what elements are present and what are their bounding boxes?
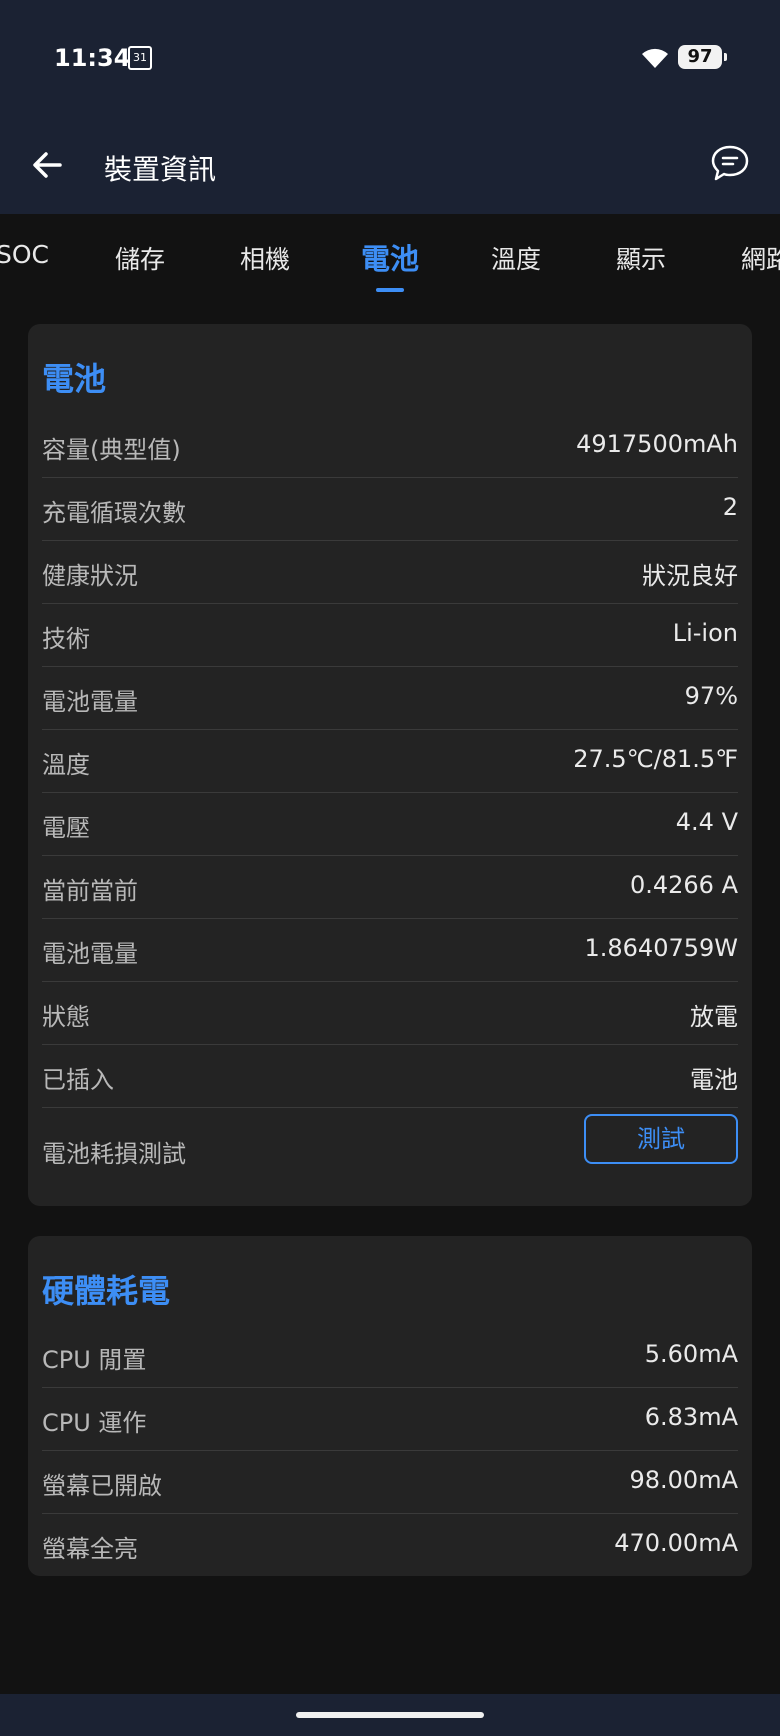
row-value: 27.5℃/81.5℉ <box>573 745 738 773</box>
battery-card: 電池 容量(典型值) 4917500mAh 充電循環次數 2 健康狀況 狀況良好… <box>28 324 752 1206</box>
row-value: 狀況良好 <box>642 562 738 590</box>
test-button[interactable]: 測試 <box>584 1114 738 1164</box>
row-label: 電壓 <box>42 814 90 842</box>
home-indicator[interactable] <box>296 1712 484 1718</box>
row-value: 98.00mA <box>629 1466 738 1494</box>
row-label: 健康狀況 <box>42 562 138 590</box>
list-item: CPU 閒置 5.60mA <box>42 1324 738 1388</box>
row-value: 放電 <box>690 1003 738 1031</box>
row-label: 電池電量 <box>42 688 138 716</box>
list-item: 螢幕已開啟 98.00mA <box>42 1450 738 1514</box>
battery-icon: 97 <box>678 45 727 69</box>
list-item: 健康狀況 狀況良好 <box>42 540 738 604</box>
tab-display[interactable]: 顯示 <box>616 240 666 276</box>
row-value: 電池 <box>690 1066 738 1094</box>
list-item: 狀態 放電 <box>42 981 738 1045</box>
row-value: 1.8640759W <box>584 934 738 962</box>
list-item: 電壓 4.4 V <box>42 792 738 856</box>
list-item: 溫度 27.5℃/81.5℉ <box>42 729 738 793</box>
row-value: Li-ion <box>672 619 738 647</box>
row-label: 容量(典型值) <box>42 436 181 464</box>
row-value: 470.00mA <box>614 1529 738 1557</box>
row-label: 狀態 <box>42 1003 90 1031</box>
row-label: CPU 運作 <box>42 1409 147 1437</box>
tab-temperature[interactable]: 溫度 <box>491 240 541 276</box>
hardware-power-card: 硬體耗電 CPU 閒置 5.60mA CPU 運作 6.83mA 螢幕已開啟 9… <box>28 1236 752 1576</box>
row-label: 溫度 <box>42 751 90 779</box>
back-arrow-icon[interactable] <box>30 145 70 185</box>
active-tab-indicator <box>376 288 404 292</box>
list-item: CPU 運作 6.83mA <box>42 1387 738 1451</box>
hardware-card-title: 硬體耗電 <box>42 1272 171 1310</box>
row-label: 已插入 <box>42 1066 114 1094</box>
row-label: 螢幕已開啟 <box>42 1472 162 1500</box>
row-label: 螢幕全亮 <box>42 1535 138 1563</box>
row-value: 5.60mA <box>644 1340 738 1368</box>
battery-wear-test-label: 電池耗損測試 <box>42 1140 186 1168</box>
wifi-icon <box>642 48 668 68</box>
row-label: 電池電量 <box>42 940 138 968</box>
tab-soc[interactable]: SOC <box>0 240 49 269</box>
list-item: 充電循環次數 2 <box>42 477 738 541</box>
row-value: 4.4 V <box>675 808 738 836</box>
status-time: 11:34 <box>54 44 131 72</box>
list-item: 已插入 電池 <box>42 1044 738 1108</box>
tab-network[interactable]: 網路 <box>741 240 780 276</box>
row-label: 技術 <box>42 625 90 653</box>
battery-wear-test-row: 電池耗損測試 測試 <box>42 1108 738 1192</box>
list-item: 當前當前 0.4266 A <box>42 855 738 919</box>
tab-storage[interactable]: 儲存 <box>115 240 165 276</box>
list-item: 電池電量 1.8640759W <box>42 918 738 982</box>
page-title: 裝置資訊 <box>104 153 217 186</box>
tab-battery[interactable]: 電池 <box>361 236 419 278</box>
list-item: 技術 Li-ion <box>42 603 738 667</box>
calendar-icon: 31 <box>128 46 152 70</box>
row-label: CPU 閒置 <box>42 1346 147 1374</box>
row-value: 97% <box>684 682 738 710</box>
row-value: 4917500mAh <box>576 430 738 458</box>
row-label: 當前當前 <box>42 877 138 905</box>
tab-camera[interactable]: 相機 <box>240 240 290 276</box>
battery-card-title: 電池 <box>42 360 107 398</box>
list-item: 容量(典型值) 4917500mAh <box>42 414 738 478</box>
row-value: 0.4266 A <box>629 871 738 899</box>
list-item: 電池電量 97% <box>42 666 738 730</box>
list-item: 螢幕全亮 470.00mA <box>42 1513 738 1576</box>
category-tabs: SOC 儲存 相機 電池 溫度 顯示 網路 <box>0 214 780 298</box>
row-value: 6.83mA <box>644 1403 738 1431</box>
feedback-chat-icon[interactable] <box>710 143 750 183</box>
row-value: 2 <box>722 493 738 521</box>
row-label: 充電循環次數 <box>42 499 186 527</box>
